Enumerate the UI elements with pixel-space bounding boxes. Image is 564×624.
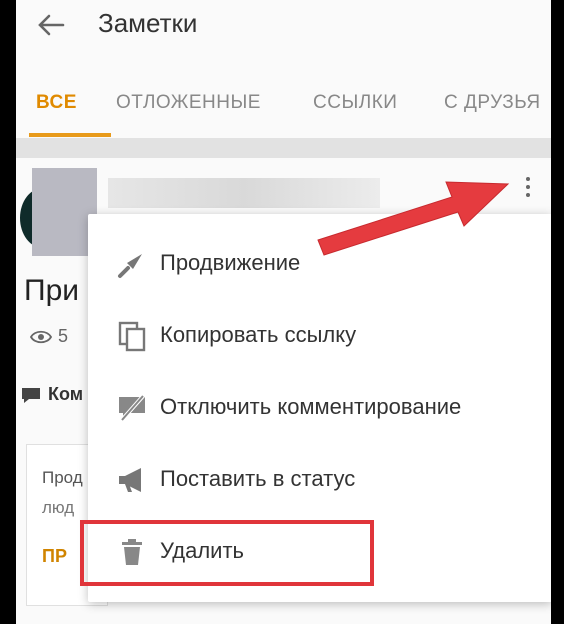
- tab-with-friends[interactable]: С ДРУЗЬЯ: [444, 92, 541, 114]
- back-arrow-icon[interactable]: [36, 10, 66, 40]
- delete-highlight-frame: [80, 520, 374, 586]
- menu-item-copy-link[interactable]: Копировать ссылку: [88, 306, 551, 366]
- tab-bar: ВСЕ ОТЛОЖЕННЫЕ ССЫЛКИ С ДРУЗЬЯ: [16, 64, 551, 138]
- shared-text-line1: Прод: [42, 468, 83, 487]
- page-title: Заметки: [98, 8, 198, 38]
- views-counter: 5: [30, 326, 68, 347]
- shared-action-button[interactable]: ПР: [42, 546, 67, 567]
- promote-arrow-icon: [118, 254, 142, 278]
- tab-all[interactable]: ВСЕ: [36, 92, 77, 114]
- post-title: При: [24, 274, 80, 307]
- notes-screen: Заметки ВСЕ ОТЛОЖЕННЫЕ ССЫЛКИ С ДРУЗЬЯ П…: [16, 0, 551, 624]
- app-bar: Заметки: [16, 0, 551, 64]
- copy-icon: [118, 321, 146, 352]
- comments-label: Ком: [48, 384, 84, 404]
- active-tab-indicator: [29, 133, 111, 137]
- author-name-blurred: [108, 178, 380, 208]
- menu-item-promote[interactable]: Продвижение: [88, 234, 551, 294]
- eye-icon: [30, 330, 52, 343]
- shared-text-line2: люд: [42, 498, 75, 517]
- comments-button[interactable]: Ком: [20, 384, 83, 405]
- tab-links[interactable]: ССЫЛКИ: [313, 92, 397, 114]
- comments-off-icon: [119, 393, 146, 423]
- menu-item-label: Поставить в статус: [160, 466, 356, 491]
- tab-delayed[interactable]: ОТЛОЖЕННЫЕ: [116, 92, 261, 114]
- section-divider: [16, 138, 551, 158]
- menu-item-label: Продвижение: [160, 250, 301, 275]
- megaphone-icon: [119, 468, 141, 492]
- menu-item-set-status[interactable]: Поставить в статус: [88, 450, 551, 510]
- comment-icon: [22, 387, 40, 403]
- menu-item-label: Копировать ссылку: [160, 322, 357, 347]
- views-count: 5: [58, 326, 69, 346]
- menu-item-label: Отключить комментирование: [160, 394, 462, 419]
- menu-item-disable-comments[interactable]: Отключить комментирование: [88, 378, 551, 438]
- more-options-icon[interactable]: [514, 172, 542, 202]
